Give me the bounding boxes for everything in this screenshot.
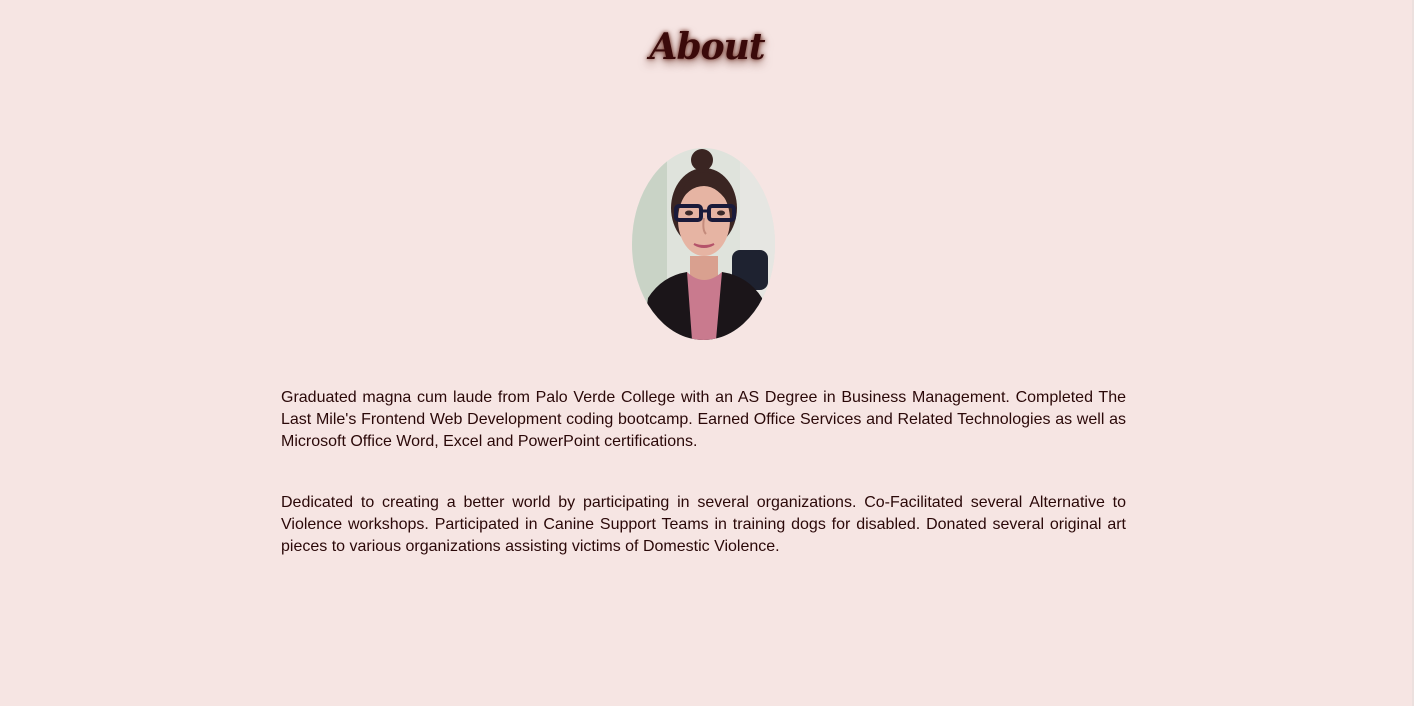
profile-photo (632, 148, 775, 340)
bio-community-paragraph: Dedicated to creating a better world by … (281, 494, 1126, 555)
about-page: About Graduated magna cum laude from Pal… (0, 0, 1414, 706)
bio-education-paragraph: Graduated magna cum laude from Palo Verd… (281, 389, 1126, 450)
page-title: About (649, 26, 766, 68)
